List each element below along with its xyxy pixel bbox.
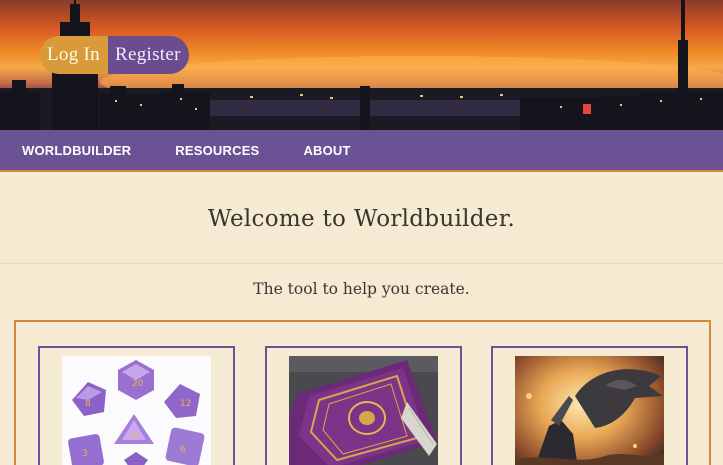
svg-text:12: 12 [180, 399, 191, 409]
svg-text:8: 8 [85, 399, 91, 409]
nav-item-about[interactable]: ABOUT [303, 143, 350, 158]
nav-item-worldbuilder[interactable]: WORLDBUILDER [22, 143, 131, 158]
dice-set-image: 20 8 12 4 6 3 [62, 356, 211, 465]
hero-banner: Log In Register [0, 0, 723, 130]
main-nav: WORLDBUILDER RESOURCES ABOUT [0, 130, 723, 172]
feature-card-dragon[interactable] [491, 346, 688, 465]
login-button[interactable]: Log In [40, 36, 108, 74]
tagline: The tool to help you create. [253, 280, 470, 298]
feature-cards: 20 8 12 4 6 3 [14, 320, 711, 465]
svg-text:4: 4 [132, 431, 138, 441]
page-title: Welcome to Worldbuilder. [207, 205, 516, 232]
register-button[interactable]: Register [107, 36, 189, 74]
feature-card-dice[interactable]: 20 8 12 4 6 3 [38, 346, 235, 465]
spellbook-image [289, 356, 438, 465]
svg-text:3: 3 [82, 449, 88, 459]
feature-card-spellbook[interactable] [265, 346, 462, 465]
dragon-battle-image [515, 356, 664, 465]
nav-item-resources[interactable]: RESOURCES [175, 143, 259, 158]
auth-buttons: Log In Register [40, 36, 189, 74]
svg-text:20: 20 [132, 379, 144, 389]
welcome-section: Welcome to Worldbuilder. [0, 174, 723, 264]
svg-text:6: 6 [180, 445, 186, 455]
